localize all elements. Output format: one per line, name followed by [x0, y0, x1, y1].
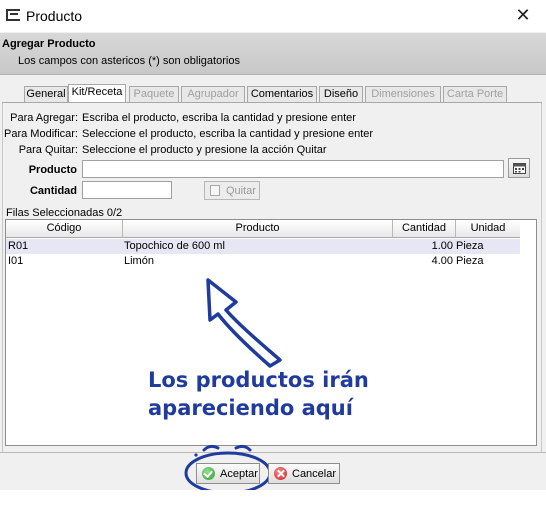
- quitar-label: Quitar: [226, 185, 256, 197]
- check-icon: [202, 467, 215, 480]
- cell-unidad: Pieza: [456, 240, 484, 252]
- title-bar: Producto ✕: [0, 0, 546, 32]
- product-lookup-button[interactable]: [508, 158, 530, 178]
- cell-cantidad: 1.00: [431, 240, 453, 252]
- quitar-button: Quitar: [204, 181, 260, 200]
- cancelar-label: Cancelar: [292, 468, 337, 480]
- remove-icon: [210, 185, 220, 196]
- tab-comentarios[interactable]: Comentarios: [247, 86, 317, 103]
- producto-input[interactable]: [82, 160, 504, 178]
- aceptar-button[interactable]: Aceptar: [196, 463, 260, 484]
- tab-agrupador: Agrupador: [181, 86, 245, 103]
- column-header-cantidad[interactable]: Cantidad: [393, 220, 456, 238]
- cantidad-input[interactable]: [82, 181, 172, 199]
- cell-codigo: R01: [8, 240, 29, 252]
- instruction-label-quitar: Para Quitar:: [18, 144, 78, 156]
- cantidad-label: Cantidad: [29, 185, 77, 197]
- annotation-line-2: apareciendo aquí: [148, 396, 353, 420]
- header-subtitle: Los campos con astericos (*) son obligat…: [18, 55, 240, 67]
- annotation-text: Los productos irán apareciendo aquí: [148, 366, 369, 422]
- cell-codigo: I01: [8, 255, 24, 267]
- cell-producto: Topochico de 600 ml: [124, 240, 225, 252]
- tab-diseno[interactable]: Diseño: [319, 86, 363, 103]
- tab-general[interactable]: General: [24, 86, 68, 103]
- window-bottom-edge: [0, 490, 546, 508]
- tab-carta-porte: Carta Porte: [443, 86, 507, 103]
- annotation-line-1: Los productos irán: [148, 368, 369, 392]
- table-header: Código Producto Cantidad Unidad: [6, 220, 520, 238]
- selected-rows-summary: Filas Seleccionadas 0/2: [6, 207, 123, 219]
- calendar-icon: [513, 163, 526, 174]
- cell-unidad: Pieza: [456, 255, 484, 267]
- cell-producto: Limón: [124, 255, 154, 267]
- instruction-text-quitar: Seleccione el producto y presione la acc…: [82, 144, 327, 156]
- window-title: Producto: [26, 8, 83, 24]
- table-row[interactable]: I01 Limón 4.00 Pieza: [6, 254, 520, 269]
- instruction-label-agregar: Para Agregar:: [10, 112, 78, 124]
- column-header-producto[interactable]: Producto: [123, 220, 393, 238]
- product-dialog: Producto ✕ Agregar Producto Los campos c…: [0, 0, 546, 508]
- header-title: Agregar Producto: [2, 38, 96, 50]
- cell-cantidad: 4.00: [431, 255, 453, 267]
- tab-paquete: Paquete: [129, 86, 179, 103]
- window-icon: [6, 9, 20, 21]
- cancelar-button[interactable]: Cancelar: [268, 463, 340, 484]
- tab-kit-receta[interactable]: Kit/Receta: [68, 84, 126, 104]
- column-header-unidad[interactable]: Unidad: [456, 220, 520, 238]
- instruction-text-modificar: Seleccione el producto, escriba la canti…: [82, 128, 374, 140]
- instruction-label-modificar: Para Modificar:: [4, 128, 78, 140]
- instruction-text-agregar: Escriba el producto, escriba la cantidad…: [82, 112, 356, 124]
- producto-label: Producto: [28, 164, 77, 176]
- cancel-icon: [274, 467, 287, 480]
- table-row[interactable]: R01 Topochico de 600 ml 1.00 Pieza: [6, 239, 520, 254]
- column-header-codigo[interactable]: Código: [6, 220, 123, 238]
- aceptar-label: Aceptar: [220, 468, 258, 480]
- close-button[interactable]: ✕: [512, 4, 534, 26]
- tab-dimensiones: Dimensiones: [365, 86, 441, 103]
- dialog-header: Agregar Producto Los campos con asterico…: [0, 33, 546, 75]
- annotation-arrow: [206, 278, 282, 368]
